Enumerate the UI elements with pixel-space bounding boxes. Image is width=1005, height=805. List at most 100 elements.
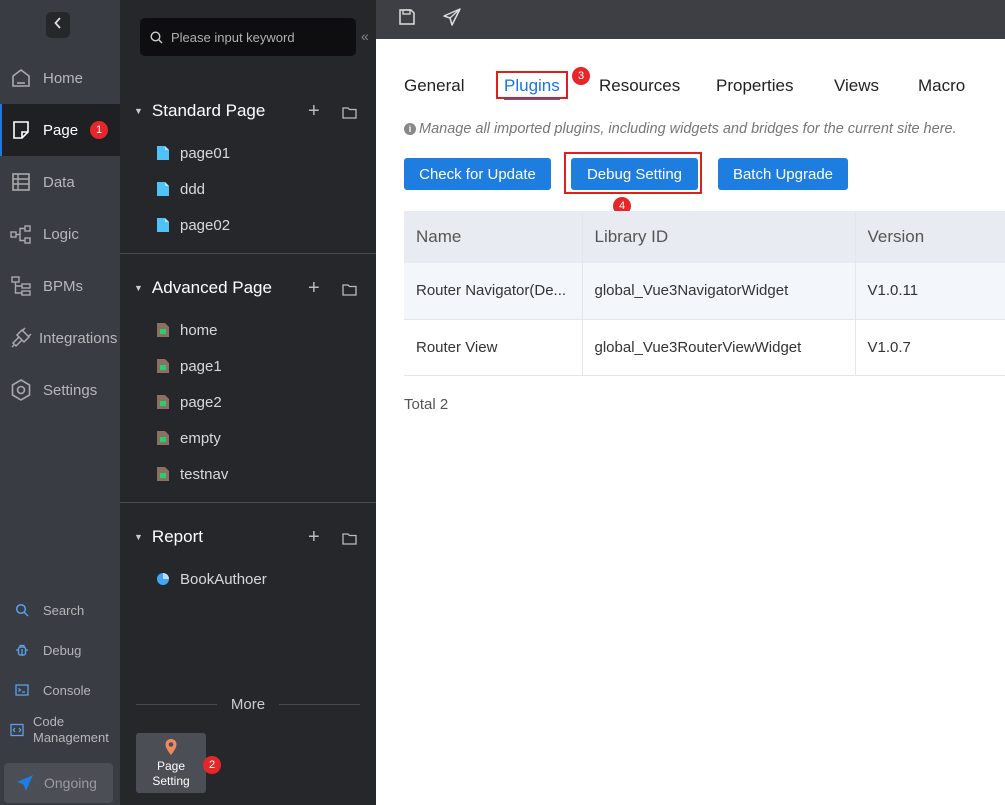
search-icon [150,30,163,44]
collapse-nav-button[interactable] [46,12,70,38]
nav-label-logic: Logic [43,225,79,243]
flow-icon [9,222,33,246]
ongoing-button[interactable]: Ongoing [4,763,113,803]
add-page-icon[interactable]: + [308,277,320,300]
top-toolbar [376,0,1005,39]
page-item-label: ddd [180,180,206,198]
divider [120,502,376,503]
section-report[interactable]: ▼ Report + [120,522,376,552]
divider [120,253,376,254]
page-setting-label-2: Setting [152,773,190,788]
column-header-version: Version [854,211,1005,263]
page-item-label: page02 [180,216,231,234]
nav-item-integrations[interactable]: Integrations [0,312,120,364]
more-divider: More [136,694,360,714]
caret-down-icon: ▼ [134,283,143,293]
page-item[interactable]: home [156,318,218,342]
section-standard-page[interactable]: ▼ Standard Page + [120,96,376,126]
section-title: Standard Page [151,101,266,120]
page-file-icon [156,181,170,197]
nav-item-settings[interactable]: Settings [0,364,120,416]
step-badge-3: 3 [572,67,590,85]
search-icon [14,602,30,618]
search-input[interactable] [171,29,341,45]
search-box[interactable] [140,18,356,56]
tool-console[interactable]: Console [0,681,120,699]
plugins-hint: i Manage all imported plugins, including… [404,121,957,137]
ongoing-label: Ongoing [44,775,97,791]
table-row[interactable]: Router Navigator(De... global_Vue3Naviga… [404,263,1005,320]
code-icon [9,722,25,738]
send-icon [16,774,34,792]
report-icon [156,571,170,587]
cell-library-id: global_Vue3NavigatorWidget [581,263,855,320]
home-icon [9,66,33,90]
page-icon [9,118,33,142]
nav-item-page[interactable]: Page 1 [0,104,120,156]
nav-label-bpms: BPMs [43,277,84,295]
advanced-page-icon [156,358,170,374]
check-for-update-button[interactable]: Check for Update [404,158,551,190]
advanced-page-icon [156,394,170,410]
nav-item-bpms[interactable]: BPMs [0,260,120,312]
page-item-label: page01 [180,144,231,162]
cell-name: Router View [404,319,582,376]
page-panel: « ▼ Standard Page + page01 ddd page02 ▼ … [120,0,376,805]
tab-general[interactable]: General [404,76,464,96]
batch-upgrade-button[interactable]: Batch Upgrade [718,158,848,190]
left-nav: Home Page 1 Data Logic BPMs Integrations [0,0,120,805]
add-page-icon[interactable]: + [308,526,320,549]
nav-item-logic[interactable]: Logic [0,208,120,260]
info-icon: i [404,123,416,135]
table-row[interactable]: Router View global_Vue3RouterViewWidget … [404,319,1005,376]
nav-label-home: Home [43,69,84,87]
tool-label-search: Search [43,602,85,618]
hint-text: Manage all imported plugins, including w… [419,121,957,137]
caret-down-icon: ▼ [134,532,143,542]
page-item[interactable]: page02 [156,213,230,237]
tool-label-debug: Debug [43,642,82,658]
page-item[interactable]: empty [156,426,221,450]
page-item[interactable]: testnav [156,462,228,486]
tool-code-management[interactable]: Code Management [0,714,120,746]
total-count: Total 2 [404,396,449,413]
save-icon[interactable] [398,8,416,31]
chevron-left-icon [54,16,62,34]
add-page-icon[interactable]: + [308,100,320,123]
nav-item-home[interactable]: Home [0,52,120,104]
annotation-box-debug [564,152,702,194]
page-setting-button[interactable]: Page Setting [136,733,206,793]
nav-label-integrations: Integrations [39,329,118,347]
page-item[interactable]: ddd [156,177,205,201]
nav-label-settings: Settings [43,381,98,399]
double-chevron-left-icon[interactable]: « [361,28,369,44]
cell-version: V1.0.7 [854,319,1005,376]
annotation-box-plugins [496,71,568,99]
section-advanced-page[interactable]: ▼ Advanced Page + [120,273,376,303]
page-item[interactable]: BookAuthoer [156,567,267,591]
folder-icon[interactable] [342,530,357,550]
folder-icon[interactable] [342,281,357,301]
cell-version: V1.0.11 [854,263,1005,320]
plug-icon [9,326,33,350]
tool-search[interactable]: Search [0,601,120,619]
page-item-label: BookAuthoer [180,570,267,588]
nav-item-data[interactable]: Data [0,156,120,208]
tool-debug[interactable]: Debug [0,641,120,659]
page-item-label: page2 [180,393,222,411]
advanced-page-icon [156,466,170,482]
tab-resources[interactable]: Resources [599,76,680,96]
tab-views[interactable]: Views [834,76,879,96]
section-title: Report [151,527,203,546]
tab-macro[interactable]: Macro [918,76,965,96]
page-file-icon [156,217,170,233]
page-item[interactable]: page1 [156,354,222,378]
folder-icon[interactable] [342,104,357,124]
publish-icon[interactable] [442,8,462,31]
tab-properties[interactable]: Properties [716,76,793,96]
column-header-library-id: Library ID [581,211,855,263]
terminal-icon [14,682,30,698]
nav-label-data: Data [43,173,75,191]
page-item[interactable]: page2 [156,390,222,414]
page-item[interactable]: page01 [156,141,230,165]
